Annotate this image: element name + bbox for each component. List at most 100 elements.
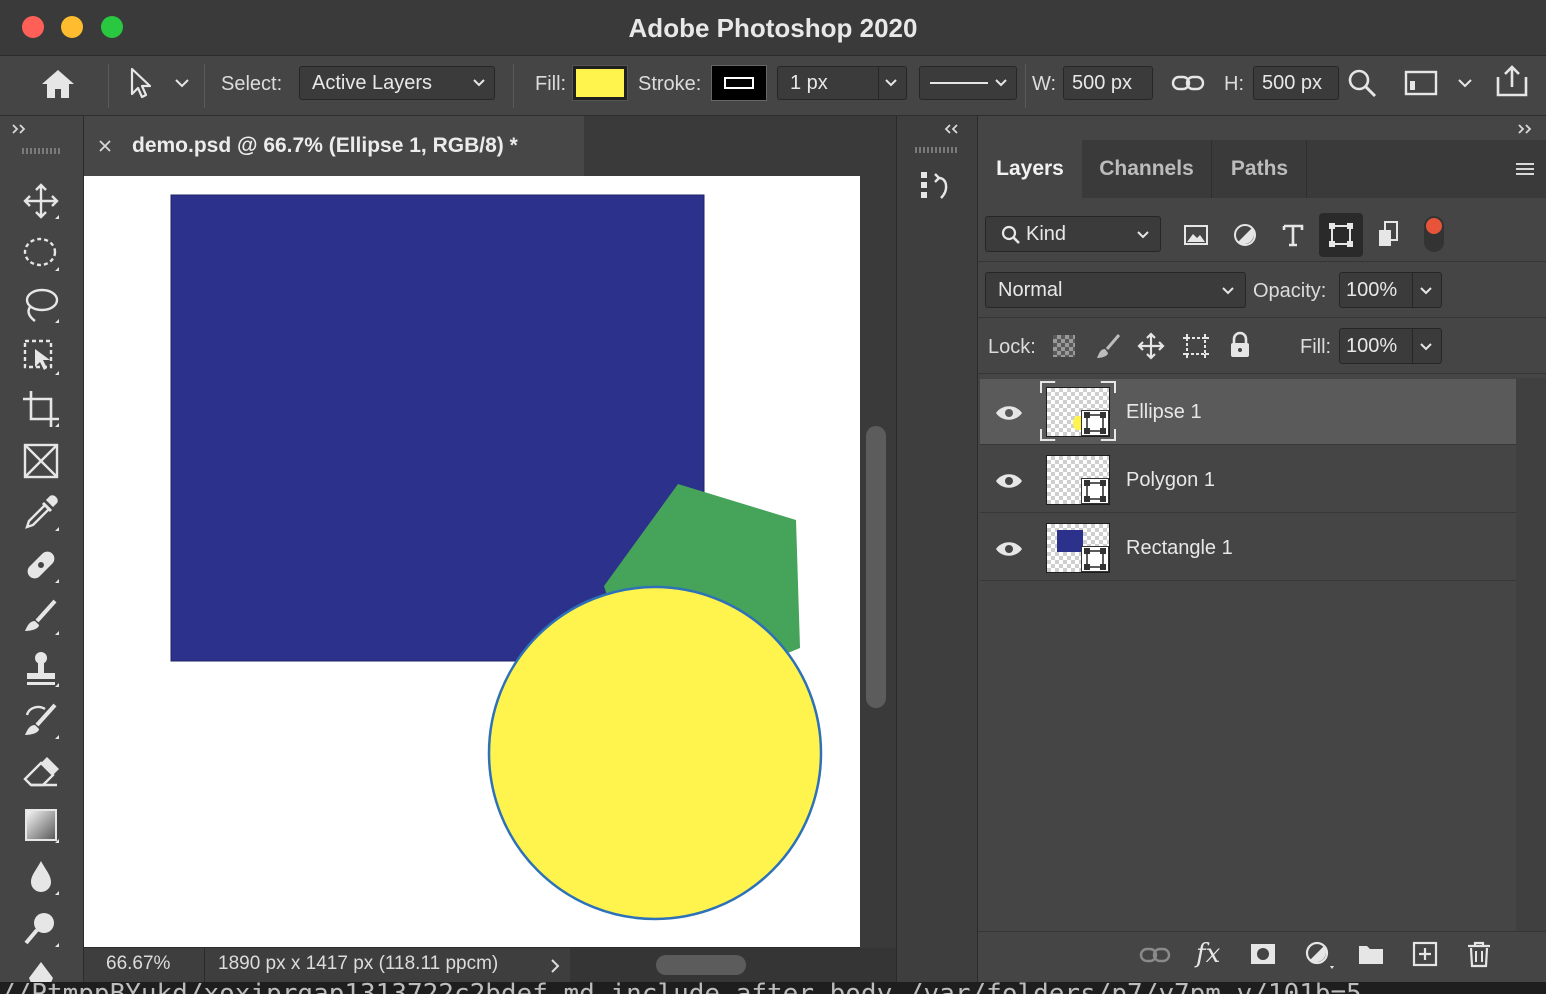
eye-icon[interactable] bbox=[994, 539, 1024, 559]
layer-row-polygon[interactable]: Polygon 1 bbox=[980, 447, 1516, 513]
close-tab-icon[interactable] bbox=[98, 139, 112, 153]
shape-layer-filter-button[interactable] bbox=[1319, 213, 1363, 257]
delete-layer-icon[interactable] bbox=[1466, 940, 1492, 968]
frame-tool-icon[interactable] bbox=[21, 441, 61, 481]
stroke-type-dropdown[interactable] bbox=[919, 66, 1017, 100]
width-input[interactable]: 500 px bbox=[1063, 66, 1153, 100]
workspace-icon[interactable] bbox=[1404, 69, 1438, 97]
opacity-value: 100% bbox=[1346, 279, 1398, 301]
filter-toggle[interactable] bbox=[1424, 216, 1444, 252]
search-icon bbox=[1000, 224, 1022, 246]
smart-object-filter-icon[interactable] bbox=[1377, 220, 1403, 248]
marquee-tool-icon[interactable] bbox=[21, 233, 61, 273]
share-icon[interactable] bbox=[1494, 63, 1530, 99]
pen-tool-icon[interactable] bbox=[21, 958, 61, 982]
expand-toolbar-icon[interactable] bbox=[10, 122, 30, 136]
filter-kind-dropdown[interactable]: Kind bbox=[985, 216, 1161, 252]
ellipse-shape[interactable] bbox=[487, 585, 823, 921]
crop-tool-icon[interactable] bbox=[21, 389, 61, 429]
document-canvas[interactable] bbox=[84, 176, 860, 947]
stroke-swatch[interactable] bbox=[711, 65, 767, 101]
tool-preset-chevron-icon[interactable] bbox=[174, 77, 190, 89]
opacity-input[interactable]: 100% bbox=[1339, 272, 1442, 308]
adjustment-layer-filter-icon[interactable] bbox=[1232, 222, 1258, 248]
layers-scrollbar[interactable] bbox=[1516, 378, 1546, 931]
zoom-level[interactable]: 66.67% bbox=[106, 953, 170, 975]
lock-transparent-pixels-icon[interactable] bbox=[1053, 335, 1075, 357]
pixel-layer-filter-icon[interactable] bbox=[1183, 222, 1209, 248]
panel-menu-icon[interactable] bbox=[1514, 160, 1536, 178]
lock-position-icon[interactable] bbox=[1137, 332, 1165, 360]
fill-opacity-input[interactable]: 100% bbox=[1339, 328, 1442, 364]
shape-layer-badge-icon bbox=[1081, 410, 1109, 436]
collapse-right-panel-icon[interactable] bbox=[1516, 122, 1536, 136]
collapse-panels-icon[interactable] bbox=[943, 122, 963, 136]
document-tab[interactable]: demo.psd @ 66.7% (Ellipse 1, RGB/8) * bbox=[84, 116, 584, 176]
tab-paths[interactable]: Paths bbox=[1213, 140, 1307, 198]
eyedropper-tool-icon[interactable] bbox=[21, 493, 61, 533]
select-layers-dropdown[interactable]: Active Layers bbox=[299, 66, 495, 100]
height-input[interactable]: 500 px bbox=[1253, 66, 1339, 100]
home-icon[interactable] bbox=[38, 66, 78, 102]
fill-swatch[interactable] bbox=[572, 65, 628, 101]
stamp-tool-icon[interactable] bbox=[21, 649, 61, 689]
chevron-right-icon[interactable] bbox=[550, 958, 560, 974]
blur-tool-icon[interactable] bbox=[21, 857, 61, 897]
vertical-scrollbar[interactable] bbox=[860, 176, 896, 948]
tab-channels[interactable]: Channels bbox=[1082, 140, 1212, 198]
new-layer-icon[interactable] bbox=[1412, 941, 1438, 967]
separator bbox=[1025, 64, 1026, 108]
dodge-tool-icon[interactable] bbox=[21, 909, 61, 949]
new-group-icon[interactable] bbox=[1357, 942, 1385, 966]
blend-mode-dropdown[interactable]: Normal bbox=[985, 272, 1246, 308]
fx-icon[interactable]: fx bbox=[1196, 938, 1230, 972]
eye-icon[interactable] bbox=[994, 403, 1024, 423]
layer-name-polygon[interactable]: Polygon 1 bbox=[1126, 468, 1215, 492]
fill-opacity-label: Fill: bbox=[1300, 336, 1332, 358]
status-bar: 66.67% 1890 px x 1417 px (118.11 ppcm) bbox=[84, 948, 896, 982]
divider bbox=[978, 261, 1546, 262]
link-layers-icon[interactable] bbox=[1139, 944, 1171, 966]
new-adjustment-layer-icon[interactable] bbox=[1304, 940, 1336, 970]
add-mask-icon[interactable] bbox=[1249, 942, 1277, 966]
document-tab-title: demo.psd @ 66.7% (Ellipse 1, RGB/8) * bbox=[132, 134, 518, 157]
fill-swatch-color bbox=[576, 69, 624, 97]
move-tool-icon[interactable] bbox=[21, 181, 61, 221]
link-icon[interactable] bbox=[1171, 71, 1205, 95]
lock-artboard-icon[interactable] bbox=[1181, 332, 1211, 360]
layer-name-ellipse[interactable]: Ellipse 1 bbox=[1126, 400, 1202, 424]
type-layer-filter-icon[interactable] bbox=[1280, 222, 1306, 248]
eye-icon[interactable] bbox=[994, 471, 1024, 491]
chevron-down-icon bbox=[1221, 286, 1235, 296]
object-selection-tool-icon[interactable] bbox=[21, 337, 61, 377]
lock-image-pixels-icon[interactable] bbox=[1095, 332, 1123, 360]
history-brush-tool-icon[interactable] bbox=[21, 701, 61, 741]
lock-all-icon[interactable] bbox=[1228, 331, 1252, 359]
tab-layers[interactable]: Layers bbox=[978, 140, 1082, 198]
path-selection-tool-icon[interactable] bbox=[128, 66, 156, 100]
layer-name-rectangle[interactable]: Rectangle 1 bbox=[1126, 536, 1233, 560]
chevron-down-icon bbox=[1419, 286, 1433, 296]
stroke-width-field[interactable]: 1 px bbox=[777, 66, 907, 100]
dock-grip[interactable] bbox=[915, 147, 957, 153]
layer-row-ellipse[interactable]: Ellipse 1 bbox=[980, 379, 1516, 445]
brush-tool-icon[interactable] bbox=[21, 597, 61, 637]
history-panel-icon[interactable] bbox=[915, 168, 955, 208]
search-icon[interactable] bbox=[1346, 67, 1378, 99]
eraser-tool-icon[interactable] bbox=[21, 753, 61, 793]
lasso-tool-icon[interactable] bbox=[21, 285, 61, 325]
horizontal-scrollbar[interactable] bbox=[570, 948, 896, 982]
layer-row-rectangle[interactable]: Rectangle 1 bbox=[980, 515, 1516, 581]
gradient-tool-icon[interactable] bbox=[21, 805, 61, 845]
horizontal-scroll-thumb[interactable] bbox=[656, 955, 746, 975]
workspace-chevron-icon[interactable] bbox=[1457, 77, 1473, 89]
fill-opacity-value: 100% bbox=[1346, 335, 1398, 357]
divider bbox=[204, 948, 205, 982]
toolbar-grip[interactable] bbox=[22, 148, 62, 154]
stroke-label: Stroke: bbox=[638, 73, 702, 95]
shape-layer-filter-icon bbox=[1327, 221, 1355, 249]
chevron-down-icon bbox=[884, 78, 898, 88]
healing-brush-tool-icon[interactable] bbox=[21, 545, 61, 585]
vertical-scroll-thumb[interactable] bbox=[866, 426, 886, 708]
divider bbox=[978, 317, 1546, 318]
